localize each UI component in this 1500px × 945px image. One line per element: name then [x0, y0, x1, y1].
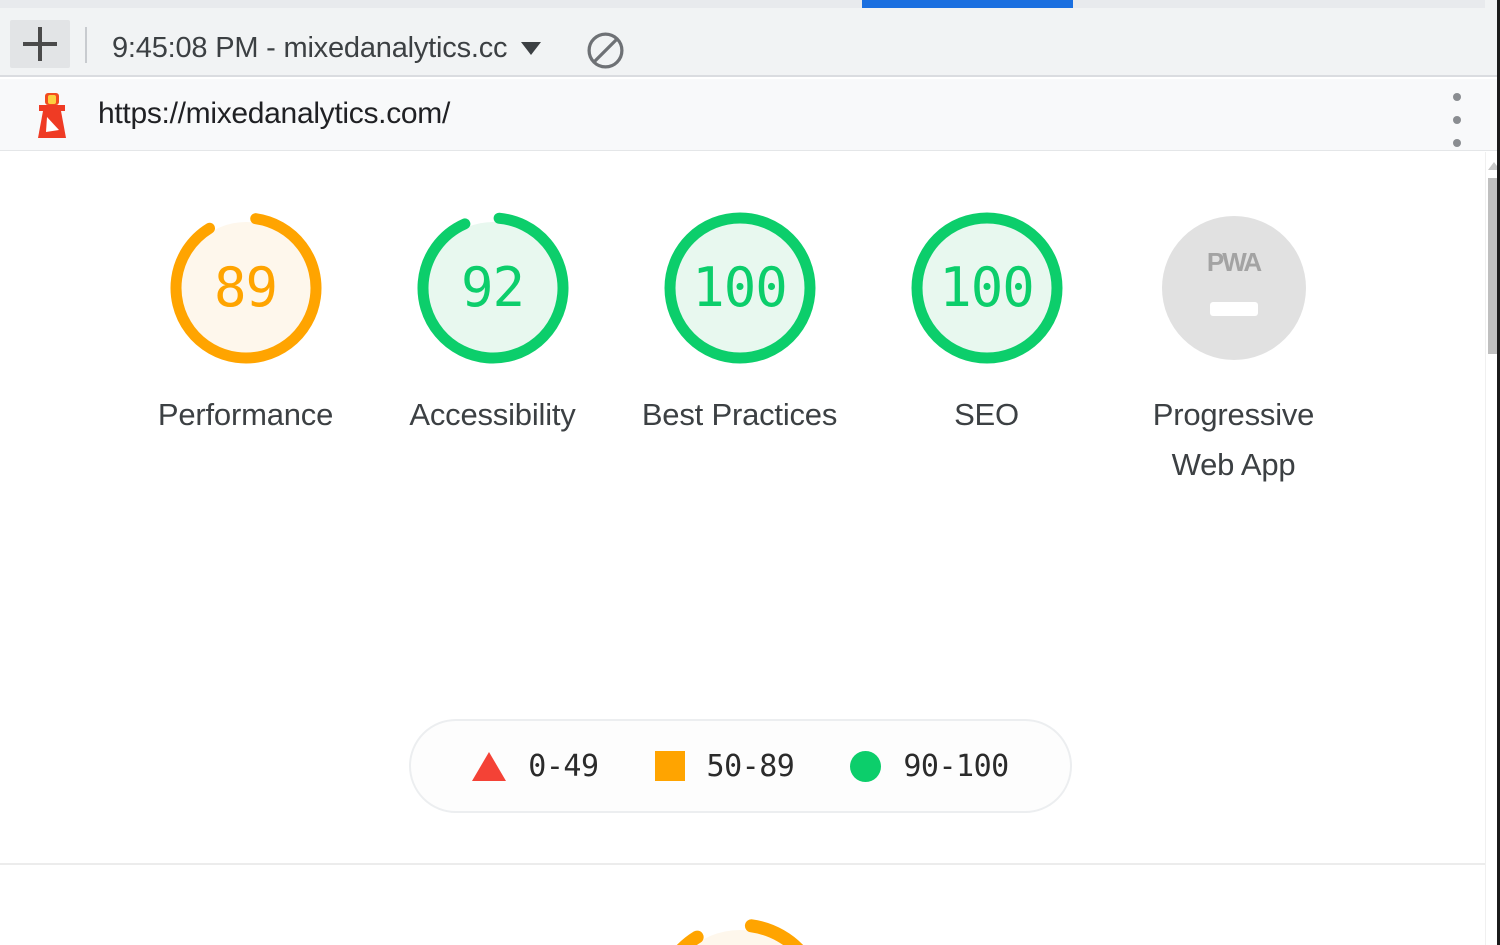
- score-cell-performance[interactable]: 89 Performance: [122, 202, 369, 489]
- gauge-performance-detail: 89: [640, 907, 840, 945]
- browser-toolbar: 9:45:08 PM - mixedanalytics.cc: [0, 9, 1500, 77]
- gauge-accessibility: 92: [407, 202, 579, 374]
- kebab-dot-2: [1453, 116, 1461, 124]
- score-legend: 0-49 50-89 90-100: [409, 719, 1072, 813]
- legend-range-average: 50-89: [706, 748, 795, 784]
- section-divider: [0, 863, 1485, 865]
- chevron-down-icon[interactable]: [521, 41, 542, 55]
- score-label-accessibility: Accessibility: [409, 397, 576, 432]
- triangle-red-icon: [472, 751, 507, 781]
- page-title: 9:45:08 PM - mixedanalytics.cc: [112, 31, 508, 64]
- lighthouse-report-window: 9:45:08 PM - mixedanalytics.cc https://m…: [0, 0, 1500, 945]
- kebab-menu-icon[interactable]: [1446, 93, 1468, 147]
- gauge-value-performance: 89: [213, 256, 278, 319]
- gauge-best-practices: 100: [654, 202, 826, 374]
- toolbar-divider: [85, 27, 87, 63]
- circle-green-icon: [850, 750, 882, 782]
- score-cell-seo[interactable]: 100 SEO: [863, 202, 1110, 489]
- legend-item-fail[interactable]: 0-49: [472, 748, 599, 784]
- score-cell-best-practices[interactable]: 100 Best Practices: [616, 202, 863, 489]
- legend-range-pass: 90-100: [903, 748, 1009, 784]
- performance-section-gauge-wrap: 89: [0, 907, 1485, 945]
- gauge-pwa: PWA: [1148, 202, 1320, 374]
- gauge-value-best-practices: 100: [692, 256, 788, 319]
- gauge-value-accessibility: 92: [460, 256, 525, 319]
- legend-item-pass[interactable]: 90-100: [850, 748, 1009, 784]
- legend-range-fail: 0-49: [528, 748, 599, 784]
- lighthouse-icon: [26, 89, 78, 141]
- active-tab-indicator[interactable]: [862, 0, 1073, 8]
- score-cell-accessibility[interactable]: 92 Accessibility: [369, 202, 616, 489]
- new-tab-button[interactable]: [10, 20, 70, 68]
- score-label-pwa: Progressive Web App: [1152, 397, 1315, 482]
- gauge-value-seo: 100: [939, 256, 1035, 319]
- gauge-value-performance-detail: 89: [640, 907, 840, 945]
- kebab-dot-3: [1453, 139, 1461, 147]
- tab-strip-left-track: [0, 0, 862, 8]
- url-display[interactable]: https://mixedanalytics.com/: [98, 79, 450, 149]
- score-cell-pwa[interactable]: PWA Progressive Web App: [1110, 202, 1357, 489]
- kebab-dot-1: [1453, 93, 1461, 101]
- legend-item-average[interactable]: 50-89: [654, 748, 795, 784]
- no-entry-icon[interactable]: [585, 30, 626, 71]
- pwa-circle-background: [1161, 216, 1306, 360]
- score-gauges-row: 89 Performance 92 Accessibility 100 Best…: [0, 202, 1485, 489]
- score-label-performance: Performance: [157, 397, 334, 432]
- tab-strip-right-track: [1073, 0, 1485, 8]
- url-text: https://mixedanalytics.com/: [98, 97, 451, 130]
- gauge-seo: 100: [901, 202, 1073, 374]
- browser-tab-strip: [0, 0, 1500, 9]
- pwa-badge-text: PWA: [1206, 247, 1262, 277]
- plus-icon: [23, 27, 57, 61]
- score-label-best-practices: Best Practices: [641, 397, 838, 432]
- score-label-seo: SEO: [954, 397, 1019, 432]
- lighthouse-report-body: 89 Performance 92 Accessibility 100 Best…: [0, 152, 1485, 945]
- page-title-group: 9:45:08 PM - mixedanalytics.cc: [112, 18, 542, 78]
- square-orange-icon: [654, 751, 685, 781]
- pwa-null-dash-icon: [1209, 302, 1258, 316]
- gauge-performance: 89: [160, 202, 332, 374]
